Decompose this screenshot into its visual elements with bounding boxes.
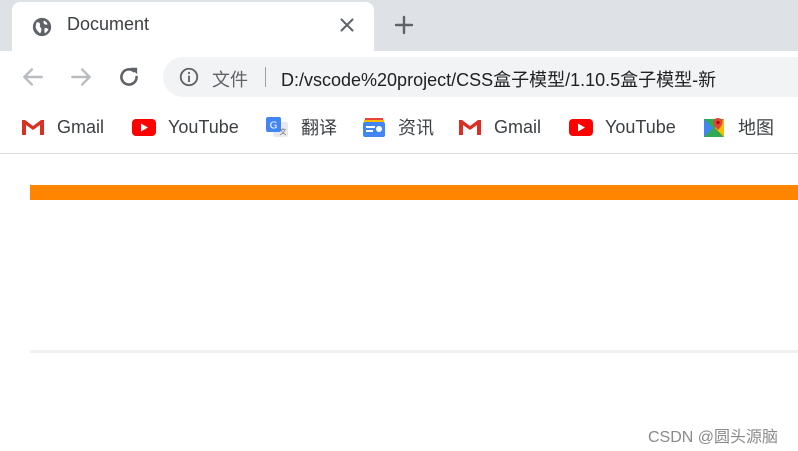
watermark: CSDN @圆头源脑 [648, 429, 779, 446]
bookmark-maps[interactable]: 地图 [701, 113, 774, 141]
tab-strip: Document [0, 0, 798, 51]
youtube-icon [569, 119, 593, 136]
page-content: CSDN @圆头源脑 [0, 154, 798, 451]
tab-title: Document [67, 14, 150, 34]
reload-icon[interactable] [116, 64, 142, 90]
browser-toolbar: 文件 D:/vscode%20project/CSS盒子模型/1.10.5盒子模… [0, 51, 798, 103]
bookmark-label: Gmail [494, 116, 542, 137]
bookmark-gmail-2[interactable]: Gmail [457, 113, 541, 141]
youtube-icon [132, 119, 156, 136]
address-bar[interactable]: 文件 D:/vscode%20project/CSS盒子模型/1.10.5盒子模… [163, 57, 798, 97]
new-tab-plus-icon[interactable] [392, 13, 416, 37]
svg-text:G: G [270, 121, 278, 132]
gmail-icon [459, 120, 481, 135]
bookmark-label: Gmail [57, 116, 105, 137]
omnibox-divider [265, 67, 266, 87]
info-icon[interactable] [178, 66, 200, 88]
gmail-icon [22, 120, 44, 135]
bookmark-translate[interactable]: G 文 翻译 [264, 113, 337, 141]
bookmark-youtube[interactable]: YouTube [131, 113, 239, 141]
bookmark-label: YouTube [168, 116, 239, 137]
bookmark-label: 地图 [738, 118, 774, 138]
news-icon [363, 118, 385, 137]
orange-bar [30, 185, 798, 200]
back-arrow-icon[interactable] [20, 64, 46, 90]
bookmark-label: YouTube [605, 116, 676, 137]
bookmarks-bar: Gmail YouTube G 文 翻译 资讯 Gmail YouTube 地图 [0, 103, 798, 154]
maps-icon [704, 118, 724, 137]
svg-text:文: 文 [280, 127, 287, 136]
bookmark-label: 翻译 [301, 118, 337, 138]
url-text[interactable]: D:/vscode%20project/CSS盒子模型/1.10.5盒子模型-新 [281, 66, 716, 92]
divider-line [30, 350, 798, 353]
globe-icon [32, 17, 52, 37]
bookmark-gmail[interactable]: Gmail [20, 113, 104, 141]
bookmark-news[interactable]: 资讯 [361, 113, 434, 141]
tab-document[interactable]: Document [12, 2, 374, 51]
forward-arrow-icon[interactable] [68, 64, 94, 90]
bookmark-label: 资讯 [398, 118, 434, 138]
close-icon[interactable] [336, 14, 358, 36]
translate-icon: G 文 [266, 117, 288, 137]
scheme-label: 文件 [212, 70, 248, 90]
bookmark-youtube-2[interactable]: YouTube [568, 113, 676, 141]
